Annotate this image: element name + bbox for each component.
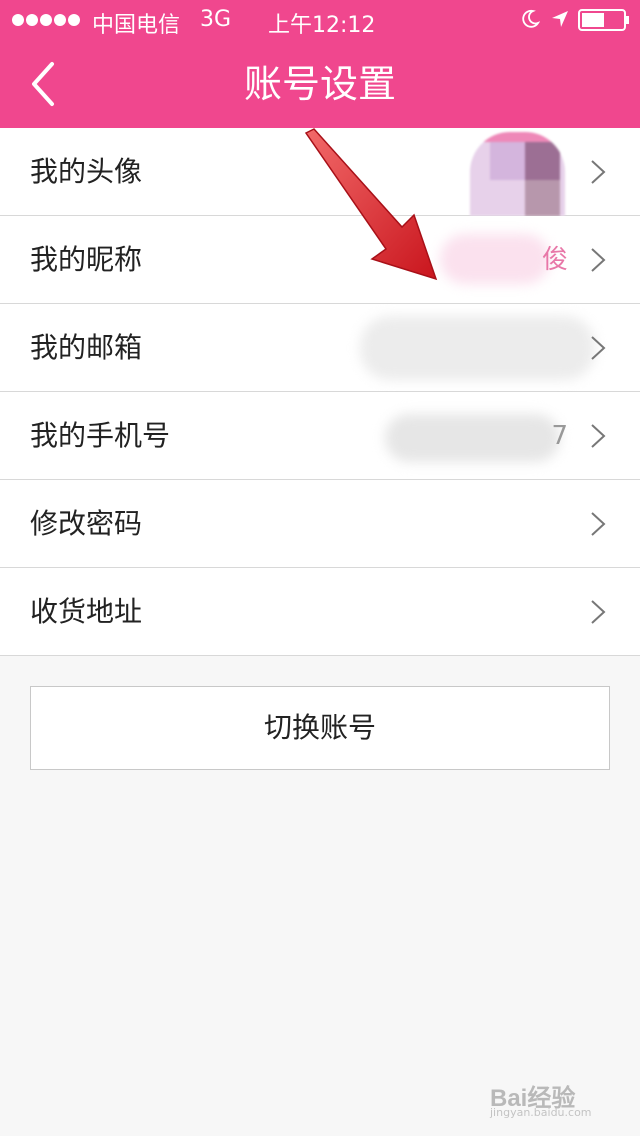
nickname-redaction [440, 234, 550, 284]
annotation-arrow-icon [304, 128, 438, 281]
menu-item-phone[interactable]: 我的手机号 7 [0, 392, 640, 480]
menu-item-label: 我的邮箱 [30, 331, 143, 364]
chevron-right-icon [591, 336, 606, 360]
switch-account-button[interactable]: 切换账号 [30, 686, 610, 770]
avatar [470, 132, 565, 216]
page-title: 账号设置 [243, 62, 396, 106]
navigation-bar: 账号设置 [0, 40, 640, 128]
watermark-url: jingyan.baidu.com [490, 1106, 592, 1119]
menu-item-change-password[interactable]: 修改密码 [0, 480, 640, 568]
phone-value: 7 [551, 421, 568, 451]
chevron-right-icon [591, 160, 606, 184]
network-type: 3G [200, 7, 232, 32]
baidu-jingyan-watermark: Bai经验 jingyan.baidu.com [490, 1070, 620, 1120]
email-redaction [360, 316, 595, 380]
menu-item-label: 修改密码 [30, 507, 143, 540]
phone-redaction [385, 414, 560, 462]
chevron-right-icon [591, 248, 606, 272]
chevron-right-icon [591, 512, 606, 536]
menu-item-shipping-address[interactable]: 收货地址 [0, 568, 640, 656]
carrier-name: 中国电信 [92, 13, 181, 38]
menu-item-label: 我的昵称 [30, 243, 143, 276]
battery-icon [578, 9, 629, 31]
location-arrow-icon [552, 11, 568, 27]
nickname-value: 俊 [541, 245, 568, 275]
menu-item-label: 我的手机号 [30, 419, 171, 452]
menu-item-email[interactable]: 我的邮箱 [0, 304, 640, 392]
status-bar: 中国电信 3G 上午12:12 [0, 0, 640, 40]
signal-strength-icon [12, 14, 80, 26]
chevron-right-icon [591, 600, 606, 624]
chevron-right-icon [591, 424, 606, 448]
menu-item-label: 收货地址 [30, 595, 143, 628]
status-time: 上午12:12 [268, 13, 376, 38]
menu-item-label: 我的头像 [30, 155, 143, 188]
moon-icon [522, 9, 540, 28]
